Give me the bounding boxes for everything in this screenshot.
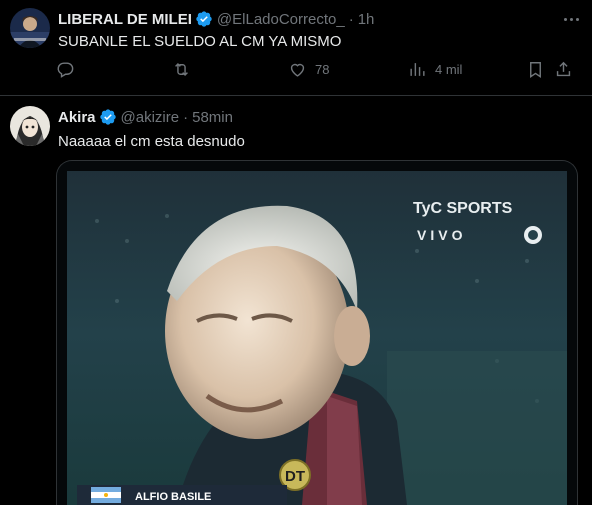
bookmark-button[interactable] xyxy=(526,60,545,79)
repost-icon xyxy=(175,62,188,77)
separator-dot: · xyxy=(183,108,189,126)
tweet-akira[interactable]: Akira @akizire · 58min Naaaaa el cm esta… xyxy=(0,96,592,505)
views-button[interactable]: 4 mil xyxy=(408,60,462,79)
author-name[interactable]: Akira xyxy=(58,109,96,126)
reply-icon xyxy=(57,62,74,78)
views-chart-icon xyxy=(410,63,425,76)
action-bar: 78 4 mil xyxy=(56,60,576,84)
timestamp[interactable]: 1h xyxy=(358,11,375,28)
tweet-text: Naaaaa el cm esta desnudo xyxy=(58,133,245,150)
like-count: 78 xyxy=(315,62,330,77)
tweet-text: SUBANLE EL SUELDO AL CM YA MISMO xyxy=(58,33,342,50)
verified-badge-icon xyxy=(99,109,116,125)
like-button[interactable]: 78 xyxy=(288,60,329,79)
author-handle[interactable]: @akizire xyxy=(121,109,180,126)
author-name[interactable]: LIBERAL DE MILEI xyxy=(58,11,192,28)
share-icon xyxy=(556,61,571,77)
avatar[interactable] xyxy=(10,8,50,48)
timestamp[interactable]: 58min xyxy=(192,109,233,126)
reply-button[interactable] xyxy=(56,60,75,79)
views-count: 4 mil xyxy=(435,62,463,77)
separator-dot: · xyxy=(348,10,354,28)
tweet-liberal-de-milei[interactable]: LIBERAL DE MILEI @ElLadoCorrecto_ · 1h S… xyxy=(0,0,592,96)
live-label: VIVO xyxy=(417,227,466,243)
more-options-icon[interactable] xyxy=(564,18,579,21)
video-player[interactable]: TyC SPORTS VIVO DT ALFIO BASILE xyxy=(56,160,578,505)
avatar[interactable] xyxy=(10,106,50,146)
channel-logo-text: TyC SPORTS xyxy=(413,200,513,217)
author-handle[interactable]: @ElLadoCorrecto_ xyxy=(217,11,345,28)
video-frame: TyC SPORTS VIVO DT ALFIO BASILE xyxy=(57,161,577,505)
verified-badge-icon xyxy=(196,11,212,27)
share-button[interactable] xyxy=(554,60,573,79)
heart-icon xyxy=(290,63,305,77)
repost-button[interactable] xyxy=(172,60,191,79)
dt-badge: DT xyxy=(285,468,305,485)
bookmark-icon xyxy=(530,62,541,78)
caption-text: ALFIO BASILE xyxy=(135,491,211,503)
